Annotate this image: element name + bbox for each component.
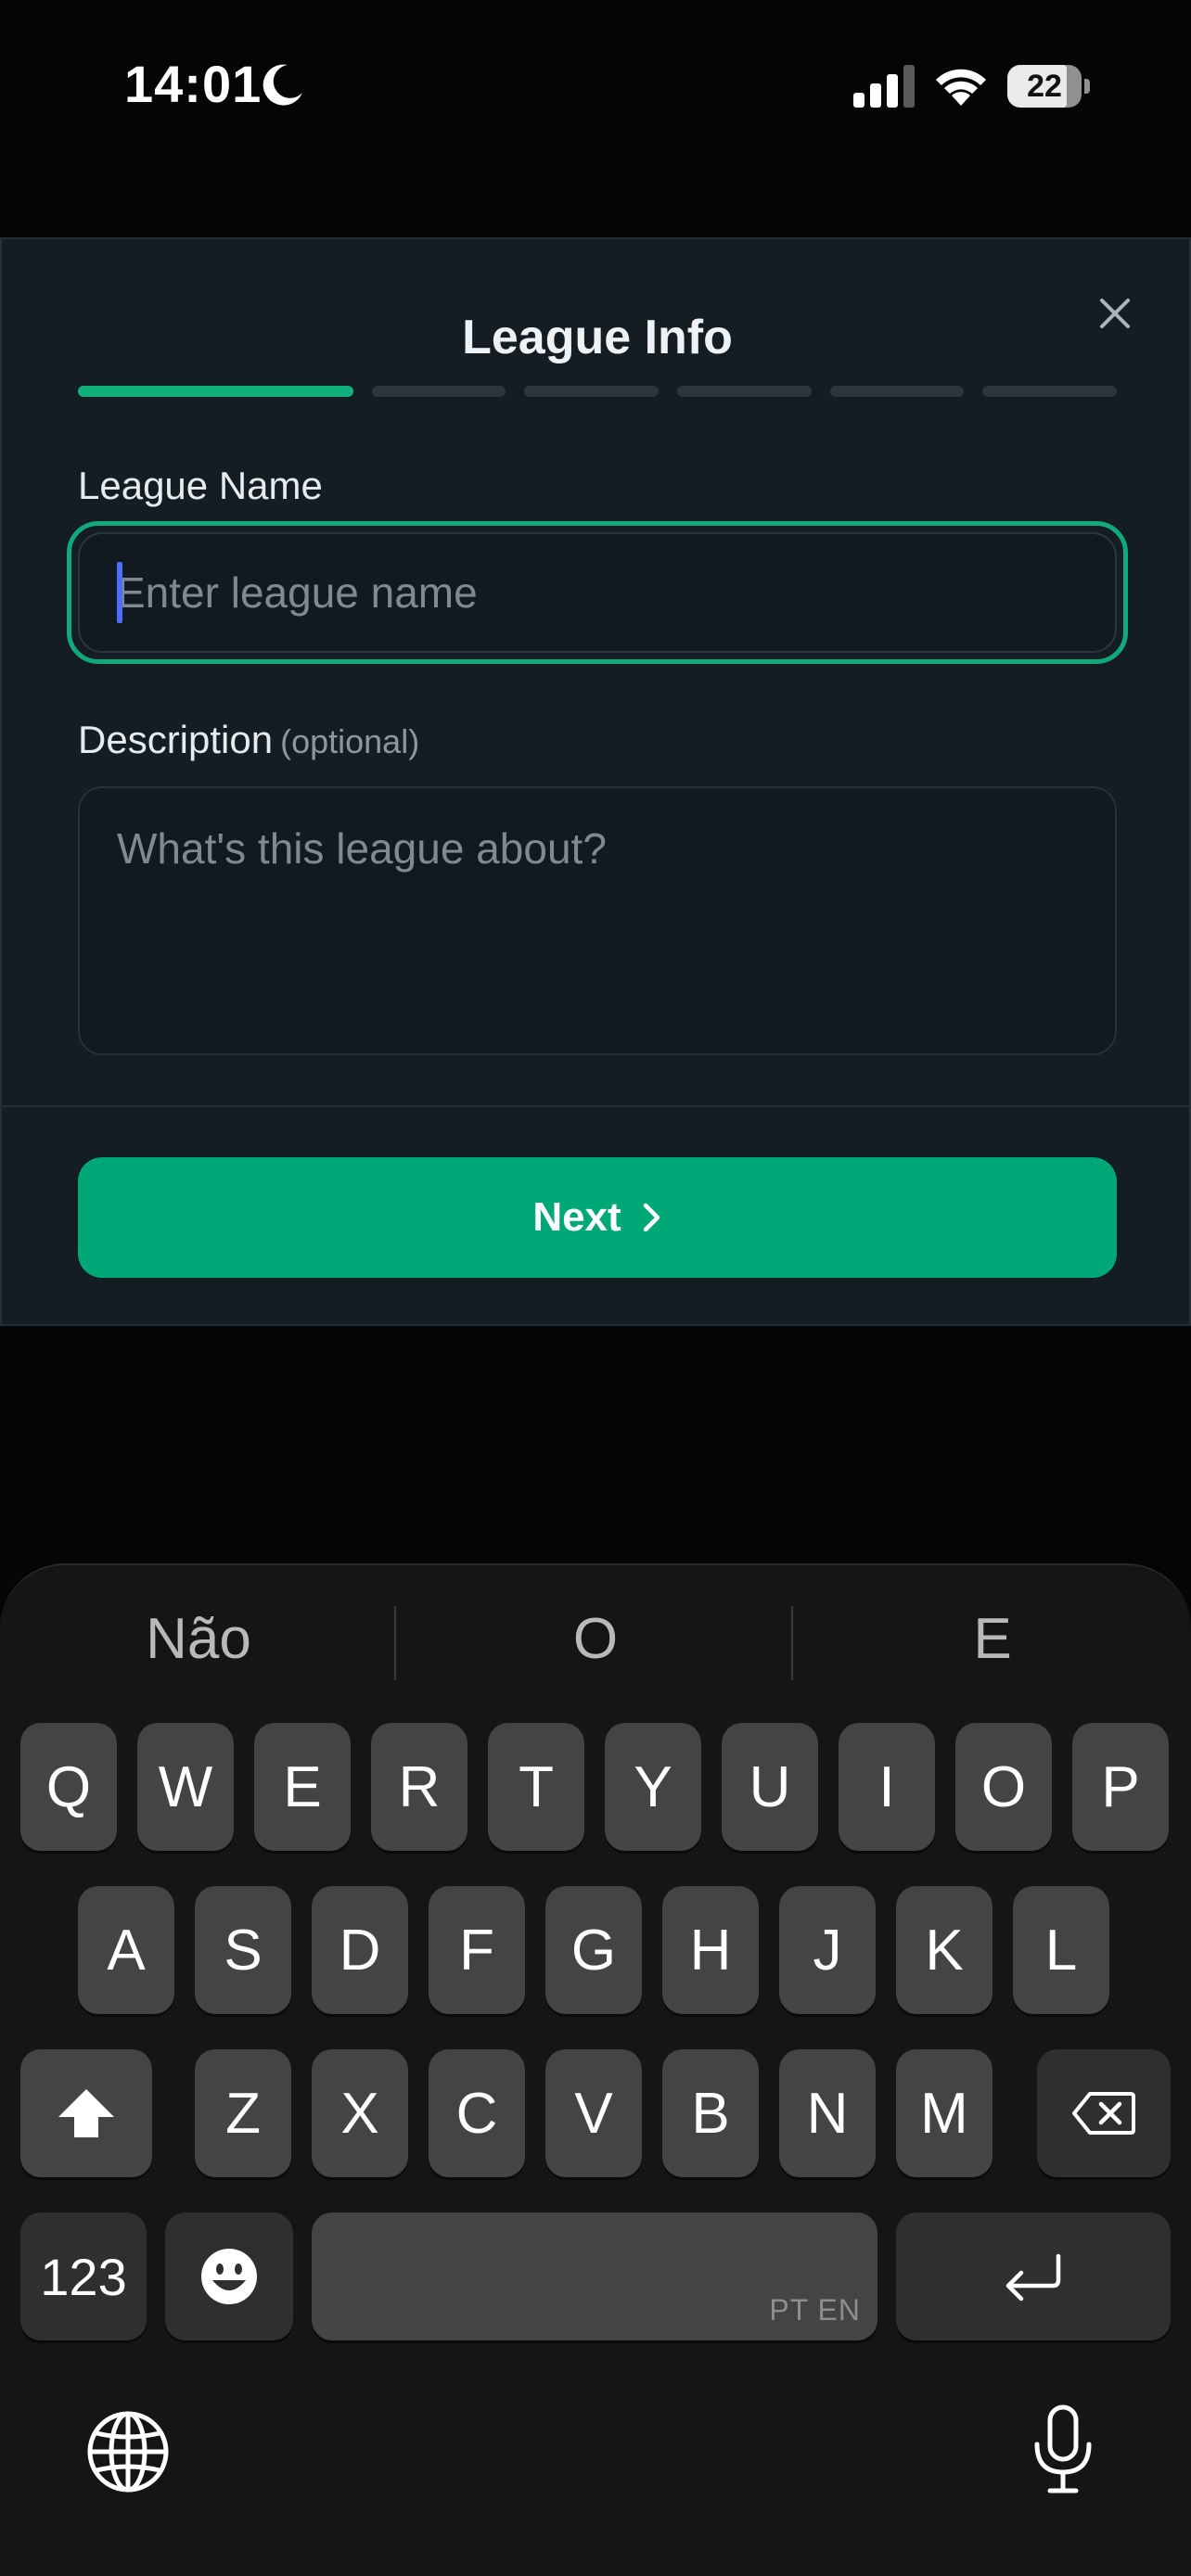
screen: 14:01 22 League Info League Name Enter l… xyxy=(0,0,1191,2576)
microphone-icon[interactable] xyxy=(1028,2404,1098,2496)
key-t[interactable]: T xyxy=(488,1723,584,1851)
status-time: 14:01 xyxy=(124,55,263,113)
close-button[interactable] xyxy=(1089,287,1141,339)
suggestion-divider xyxy=(791,1606,793,1680)
return-key[interactable] xyxy=(896,2213,1171,2340)
return-icon xyxy=(1005,2253,1061,2302)
key-c[interactable]: C xyxy=(429,2049,525,2177)
text-caret xyxy=(117,562,122,623)
suggestion-3[interactable]: E xyxy=(798,1593,1187,1686)
league-info-modal: League Info League Name Description(opti… xyxy=(0,237,1191,1326)
description-label: Description (optional) xyxy=(78,718,419,762)
keyboard: Não O E Q W E R T Y U I O P A S D F G H … xyxy=(0,1563,1191,2576)
shift-key[interactable] xyxy=(20,2049,152,2177)
league-name-input[interactable] xyxy=(78,532,1117,653)
league-name-label: League Name xyxy=(78,464,323,507)
globe-icon[interactable] xyxy=(85,2409,171,2494)
numbers-key[interactable]: 123 xyxy=(20,2213,147,2340)
key-b[interactable]: B xyxy=(662,2049,759,2177)
modal-title: League Info xyxy=(462,311,733,364)
key-f[interactable]: F xyxy=(429,1886,525,2014)
key-d[interactable]: D xyxy=(312,1886,408,2014)
emoji-key[interactable] xyxy=(165,2213,293,2340)
description-label-text: Description xyxy=(78,718,274,761)
key-y[interactable]: Y xyxy=(605,1723,701,1851)
status-bar: 14:01 22 xyxy=(0,0,1191,176)
key-s[interactable]: S xyxy=(195,1886,291,2014)
close-icon xyxy=(1100,299,1130,328)
key-o[interactable]: O xyxy=(955,1723,1052,1851)
shift-icon xyxy=(58,2089,114,2137)
progress-step-2 xyxy=(371,386,506,397)
progress-step-6 xyxy=(982,386,1118,397)
key-h[interactable]: H xyxy=(662,1886,759,2014)
key-m[interactable]: M xyxy=(896,2049,992,2177)
modal-divider xyxy=(2,1105,1189,1107)
space-key-languages: PT EN xyxy=(769,2293,861,2327)
key-j[interactable]: J xyxy=(779,1886,876,2014)
key-w[interactable]: W xyxy=(137,1723,234,1851)
next-button[interactable]: Next xyxy=(78,1157,1117,1278)
key-p[interactable]: P xyxy=(1072,1723,1169,1851)
backspace-key[interactable] xyxy=(1037,2049,1171,2177)
description-input[interactable] xyxy=(78,786,1117,1055)
key-u[interactable]: U xyxy=(722,1723,818,1851)
progress-step-1 xyxy=(78,386,353,397)
key-x[interactable]: X xyxy=(312,2049,408,2177)
next-button-label: Next xyxy=(532,1194,621,1240)
key-z[interactable]: Z xyxy=(195,2049,291,2177)
battery-percent: 22 xyxy=(1027,69,1062,104)
step-progress xyxy=(78,386,1118,397)
space-key[interactable]: PT EN xyxy=(312,2213,877,2340)
chevron-right-icon xyxy=(643,1203,660,1232)
key-a[interactable]: A xyxy=(78,1886,174,2014)
battery-indicator: 22 xyxy=(1007,65,1091,108)
suggestion-2[interactable]: O xyxy=(401,1593,790,1686)
suggestion-1[interactable]: Não xyxy=(4,1593,393,1686)
key-i[interactable]: I xyxy=(839,1723,935,1851)
key-e[interactable]: E xyxy=(254,1723,351,1851)
optional-note: (optional) xyxy=(280,722,420,760)
cellular-signal-icon xyxy=(853,65,915,108)
key-g[interactable]: G xyxy=(545,1886,642,2014)
key-r[interactable]: R xyxy=(371,1723,467,1851)
key-q[interactable]: Q xyxy=(20,1723,117,1851)
key-l[interactable]: L xyxy=(1013,1886,1109,2014)
wifi-icon xyxy=(936,69,986,106)
backspace-icon xyxy=(1072,2092,1135,2135)
suggestion-divider xyxy=(394,1606,396,1680)
key-v[interactable]: V xyxy=(545,2049,642,2177)
progress-step-4 xyxy=(676,386,812,397)
moon-icon xyxy=(263,64,302,106)
progress-step-5 xyxy=(829,386,965,397)
progress-step-3 xyxy=(524,386,659,397)
key-k[interactable]: K xyxy=(896,1886,992,2014)
suggestion-bar: Não O E xyxy=(0,1565,1191,1714)
emoji-icon xyxy=(201,2249,257,2304)
key-n[interactable]: N xyxy=(779,2049,876,2177)
battery-cap xyxy=(1084,79,1090,94)
